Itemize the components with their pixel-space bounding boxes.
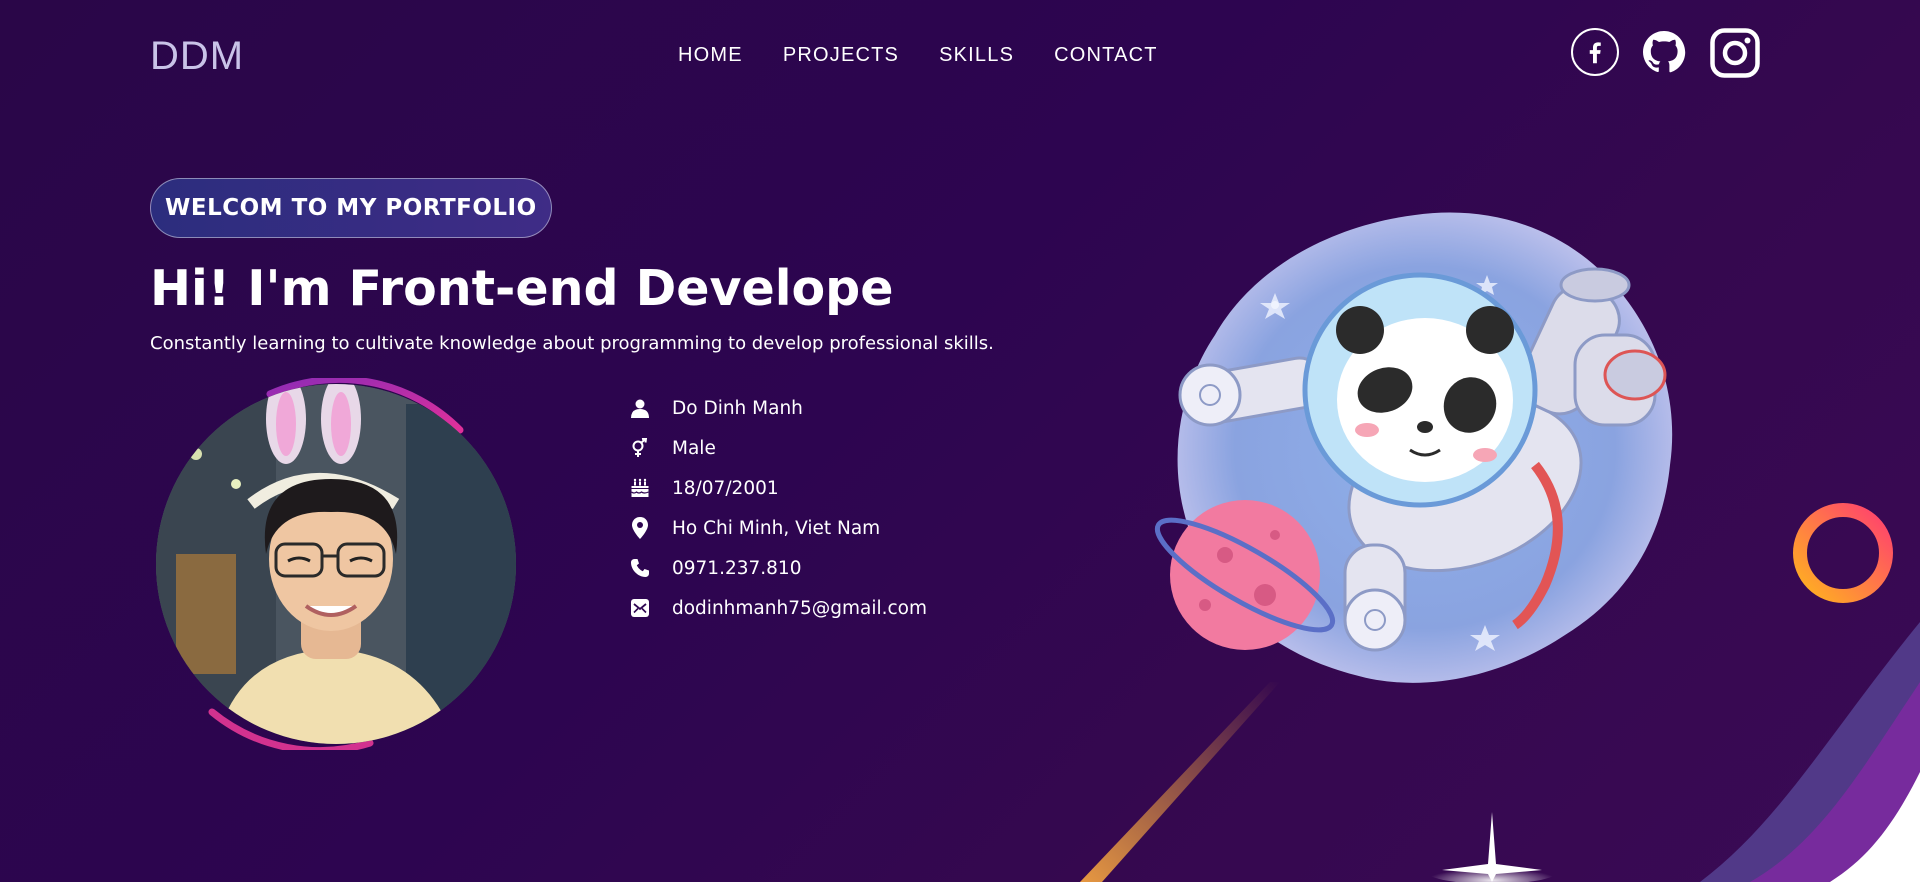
user-icon	[628, 396, 652, 420]
info-item-email: dodinhmanh75@gmail.com	[628, 588, 927, 628]
info-item-name: Do Dinh Manh	[628, 388, 927, 428]
birthday-cake-icon	[628, 476, 652, 500]
personal-info-list: Do Dinh Manh Male 18/07/2001 Ho Chi Minh…	[628, 388, 927, 628]
info-name-text: Do Dinh Manh	[672, 397, 803, 419]
phone-icon	[628, 556, 652, 580]
nav-skills-link[interactable]: SKILLS	[939, 44, 1014, 67]
welcome-badge: WELCOM TO MY PORTFOLIO	[150, 178, 552, 238]
github-icon[interactable]	[1640, 28, 1688, 76]
info-item-location: Ho Chi Minh, Viet Nam	[628, 508, 927, 548]
nav-contact-link[interactable]: CONTACT	[1054, 44, 1158, 67]
nav-menu: HOME PROJECTS SKILLS CONTACT	[678, 44, 1198, 67]
info-gender-text: Male	[672, 437, 716, 459]
info-item-birthday: 18/07/2001	[628, 468, 927, 508]
corner-wave-decoration	[1700, 622, 1920, 882]
profile-photo	[156, 384, 516, 744]
info-birthday-text: 18/07/2001	[672, 477, 779, 499]
info-item-phone: 0971.237.810	[628, 548, 927, 588]
info-location-text: Ho Chi Minh, Viet Nam	[672, 517, 881, 539]
location-pin-icon	[628, 516, 652, 540]
info-phone-text: 0971.237.810	[672, 557, 802, 579]
nav-home-link[interactable]: HOME	[678, 44, 743, 67]
email-icon	[628, 596, 652, 620]
avatar-frame	[150, 378, 522, 750]
sparkle-star	[1427, 812, 1557, 882]
nav-projects-link[interactable]: PROJECTS	[783, 44, 899, 67]
panda-astronaut-illustration	[1154, 212, 1673, 683]
gender-icon	[628, 436, 652, 460]
instagram-icon[interactable]	[1710, 28, 1760, 78]
site-logo[interactable]: DDM	[150, 34, 244, 79]
info-email-text: dodinhmanh75@gmail.com	[672, 597, 928, 619]
hero-subtitle: Constantly learning to cultivate knowled…	[150, 333, 994, 354]
facebook-icon[interactable]	[1571, 28, 1619, 76]
hero-title: Hi! I'm Front-end Develope	[150, 260, 894, 317]
navbar: DDM HOME PROJECTS SKILLS CONTACT	[0, 0, 1920, 112]
info-item-gender: Male	[628, 428, 927, 468]
gradient-ring-decoration	[1793, 503, 1893, 603]
